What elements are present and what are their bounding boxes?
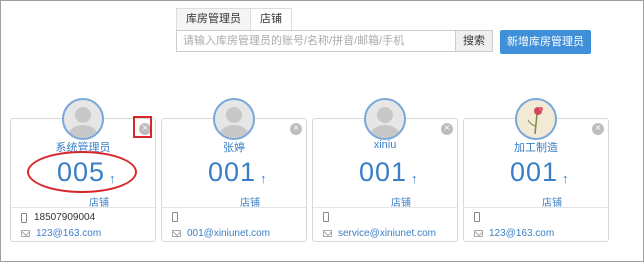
phone-icon xyxy=(323,212,329,222)
phone-row xyxy=(474,212,487,222)
arrow-up-icon: ↑ xyxy=(260,171,267,186)
phone-row xyxy=(323,212,336,222)
flower-avatar-icon[interactable] xyxy=(515,98,557,140)
highlight-count-annotation xyxy=(27,151,137,193)
person-silhouette-icon xyxy=(219,107,249,138)
divider xyxy=(313,207,457,208)
divider xyxy=(464,207,608,208)
default-avatar-icon[interactable] xyxy=(364,98,406,140)
close-icon[interactable]: × xyxy=(441,123,453,135)
tab-warehouse-admin[interactable]: 库房管理员 xyxy=(176,8,251,30)
mail-icon xyxy=(323,230,332,237)
close-icon[interactable]: × xyxy=(592,123,604,135)
add-warehouse-admin-button[interactable]: 新增库房管理员 xyxy=(500,30,591,54)
phone-icon xyxy=(21,212,27,223)
divider xyxy=(162,207,306,208)
email-address[interactable]: 123@163.com xyxy=(489,228,554,239)
email-address[interactable]: 001@xiniunet.com xyxy=(187,228,270,239)
arrow-up-icon: ↑ xyxy=(411,171,418,186)
search-bar: 搜索 xyxy=(176,30,493,52)
store-count[interactable]: 001 xyxy=(510,157,558,188)
arrow-up-icon: ↑ xyxy=(562,171,569,186)
email-address[interactable]: service@xiniunet.com xyxy=(338,228,436,239)
phone-icon xyxy=(172,212,178,222)
highlight-close-annotation xyxy=(133,116,152,138)
search-button[interactable]: 搜索 xyxy=(456,30,493,52)
admin-name[interactable]: xiniu xyxy=(313,139,457,151)
store-count[interactable]: 001 xyxy=(359,157,407,188)
default-avatar-icon[interactable] xyxy=(213,98,255,140)
tab-bar: 库房管理员 店铺 xyxy=(176,8,292,30)
admin-name[interactable]: 加工制造 xyxy=(464,139,608,155)
store-count[interactable]: 001 xyxy=(208,157,256,188)
phone-row xyxy=(172,212,185,222)
search-input[interactable] xyxy=(176,30,456,52)
flower-icon xyxy=(527,107,543,135)
divider xyxy=(11,207,155,208)
email-row: service@xiniunet.com xyxy=(323,228,436,239)
mail-icon xyxy=(21,230,30,237)
admin-name[interactable]: 张婷 xyxy=(162,139,306,155)
email-row: 123@163.com xyxy=(474,228,554,239)
email-row: 123@163.com xyxy=(21,228,101,239)
close-icon[interactable]: × xyxy=(290,123,302,135)
mail-icon xyxy=(172,230,181,237)
mail-icon xyxy=(474,230,483,237)
person-silhouette-icon xyxy=(370,107,400,138)
email-address[interactable]: 123@163.com xyxy=(36,228,101,239)
email-row: 001@xiniunet.com xyxy=(172,228,270,239)
person-silhouette-icon xyxy=(68,107,98,138)
phone-icon xyxy=(474,212,480,222)
phone-number: 18507909004 xyxy=(34,212,96,223)
phone-row: 18507909004 xyxy=(21,212,95,223)
tab-store[interactable]: 店铺 xyxy=(250,8,292,30)
default-avatar-icon[interactable] xyxy=(62,98,104,140)
